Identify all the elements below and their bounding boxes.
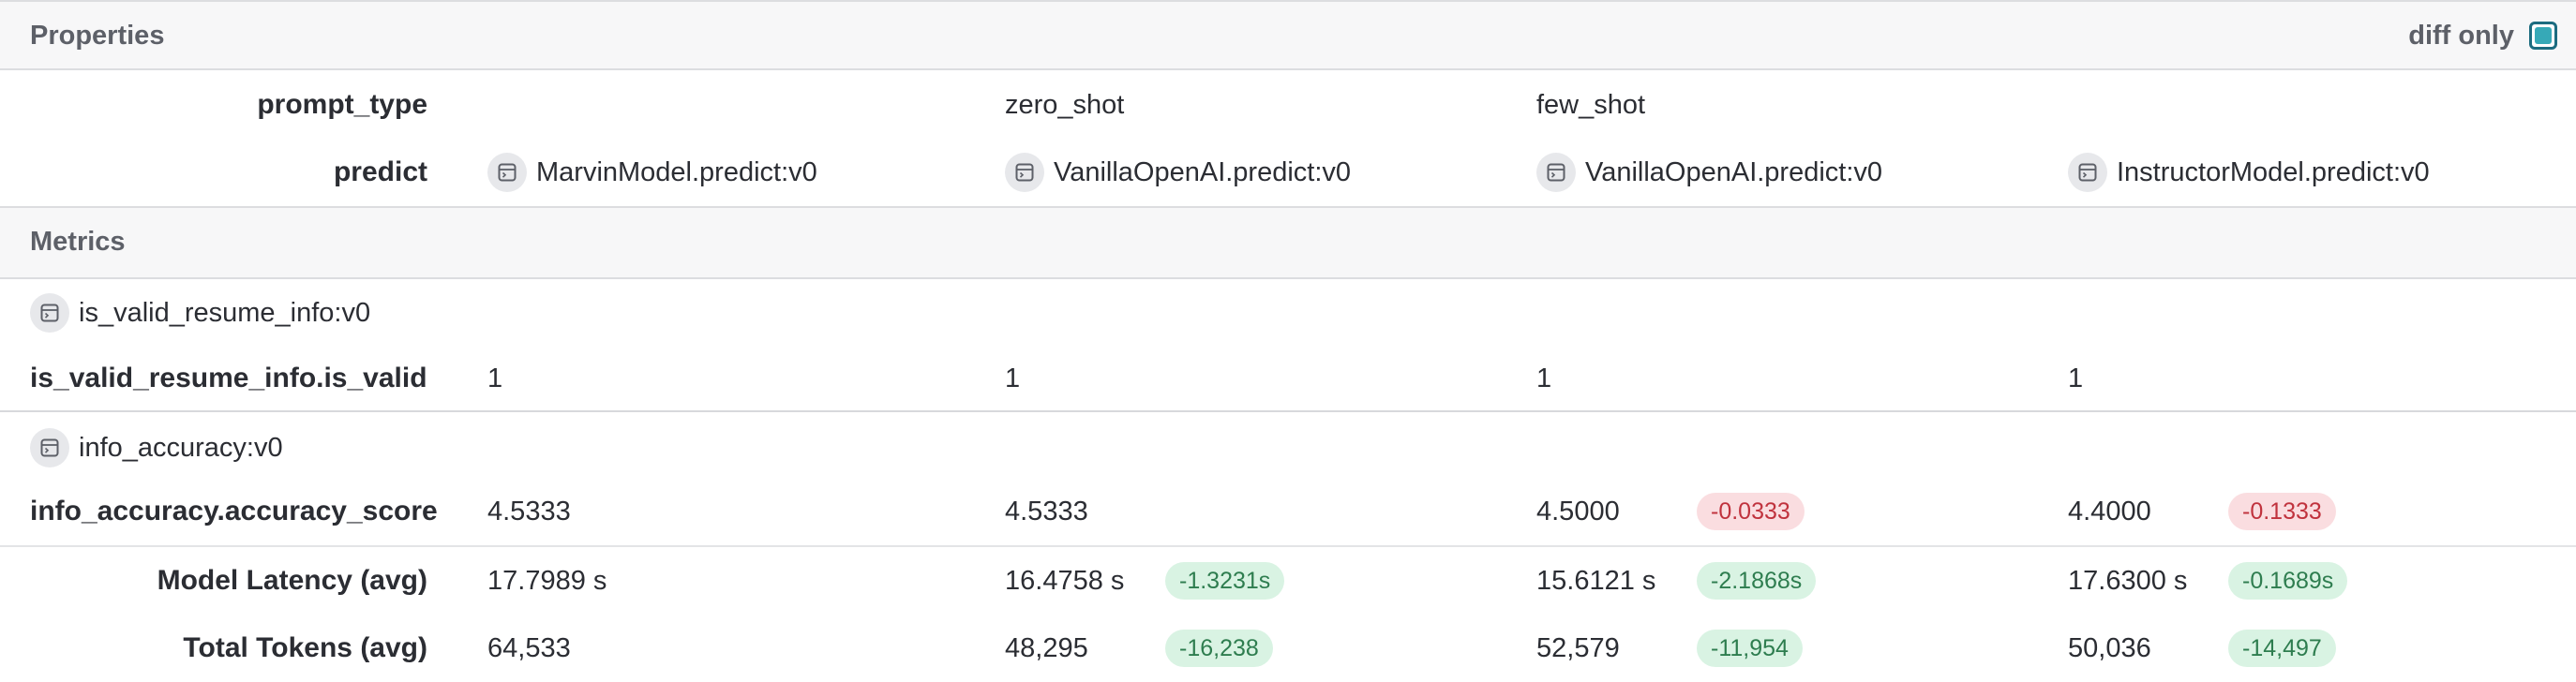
metric-value: 4.4000 [2068, 496, 2151, 526]
checkbox-check-icon [2535, 27, 2552, 44]
op-icon [2068, 153, 2107, 192]
summary-label: Total Tokens (avg) [183, 632, 427, 663]
predict-op-link[interactable]: VanillaOpenAI.predict:v0 [1536, 139, 1882, 206]
metrics-title: Metrics [30, 227, 126, 257]
scorer-name: is_valid_resume_info:v0 [79, 297, 371, 328]
summary-value: 16.4758 s [1005, 565, 1125, 596]
metric-value: 4.5333 [1005, 496, 1088, 526]
predict-op-name: InstructorModel.predict:v0 [2117, 156, 2430, 187]
summary-value: 17.6300 s [2068, 565, 2188, 596]
diff-only-checkbox[interactable] [2529, 22, 2557, 50]
metric-value: 1 [1536, 363, 1552, 393]
op-icon [487, 153, 527, 192]
metric-label: info_accuracy.accuracy_score [30, 496, 438, 526]
predict-op-name: VanillaOpenAI.predict:v0 [1585, 156, 1883, 187]
diff-badge-regression: -0.1333 [2228, 493, 2336, 530]
metric-value: 4.5000 [1536, 496, 1620, 526]
properties-header: Properties diff only [0, 0, 2576, 70]
metric-value: 4.5333 [487, 496, 571, 526]
predict-op-name: MarvinModel.predict:v0 [536, 156, 817, 187]
op-icon [30, 428, 69, 467]
diff-only-label[interactable]: diff only [2408, 21, 2514, 52]
summary-value: 17.7989 s [487, 565, 607, 596]
predict-op-link[interactable]: MarvinModel.predict:v0 [487, 139, 817, 206]
metric-row-accuracy-score: info_accuracy.accuracy_score 4.5333 4.53… [0, 478, 2576, 545]
properties-title: Properties [30, 21, 165, 51]
summary-value: 50,036 [2068, 632, 2151, 663]
metric-value: 1 [1005, 363, 1021, 393]
scorer-name: info_accuracy:v0 [79, 432, 283, 463]
property-row-prompt-type: prompt_type zero_shot few_shot [0, 71, 2576, 139]
diff-badge-improvement: -11,954 [1697, 630, 1803, 667]
op-icon [30, 293, 69, 333]
predict-op-link[interactable]: VanillaOpenAI.predict:v0 [1005, 139, 1351, 206]
property-row-predict: predict MarvinModel.predict:v0 VanillaOp… [0, 139, 2576, 206]
op-icon [1005, 153, 1044, 192]
summary-row-model-latency: Model Latency (avg) 17.7989 s 16.4758 s … [0, 547, 2576, 615]
summary-value: 52,579 [1536, 632, 1620, 663]
summary-row-total-tokens: Total Tokens (avg) 64,533 48,295 -16,238… [0, 615, 2576, 682]
op-icon [1536, 153, 1576, 192]
property-value: few_shot [1536, 89, 1646, 120]
predict-op-link[interactable]: InstructorModel.predict:v0 [2068, 139, 2430, 206]
metric-value: 1 [2068, 363, 2084, 393]
diff-badge-improvement: -2.1868s [1697, 562, 1817, 600]
predict-op-name: VanillaOpenAI.predict:v0 [1054, 156, 1352, 187]
diff-badge-improvement: -16,238 [1165, 630, 1273, 667]
diff-badge-improvement: -0.1689s [2228, 562, 2348, 600]
scorer-header-row: info_accuracy:v0 [0, 414, 2576, 482]
diff-badge-improvement: -1.3231s [1165, 562, 1285, 600]
summary-value: 15.6121 s [1536, 565, 1656, 596]
property-label: prompt_type [257, 89, 427, 120]
scorer-link[interactable]: info_accuracy:v0 [30, 414, 283, 482]
summary-value: 48,295 [1005, 632, 1088, 663]
metrics-header: Metrics [0, 206, 2576, 279]
scorer-header-row: is_valid_resume_info:v0 [0, 279, 2576, 347]
property-value: zero_shot [1005, 89, 1125, 120]
metric-value: 1 [487, 363, 503, 393]
diff-badge-improvement: -14,497 [2228, 630, 2336, 667]
diff-only-toggle[interactable]: diff only [2408, 2, 2557, 69]
property-label: predict [333, 156, 427, 187]
section-divider [0, 410, 2576, 412]
metric-row-is-valid: is_valid_resume_info.is_valid 1 1 1 1 [0, 345, 2576, 412]
summary-label: Model Latency (avg) [157, 565, 427, 596]
diff-badge-regression: -0.0333 [1697, 493, 1805, 530]
scorer-link[interactable]: is_valid_resume_info:v0 [30, 279, 370, 347]
summary-value: 64,533 [487, 632, 571, 663]
metric-label: is_valid_resume_info.is_valid [30, 363, 427, 393]
